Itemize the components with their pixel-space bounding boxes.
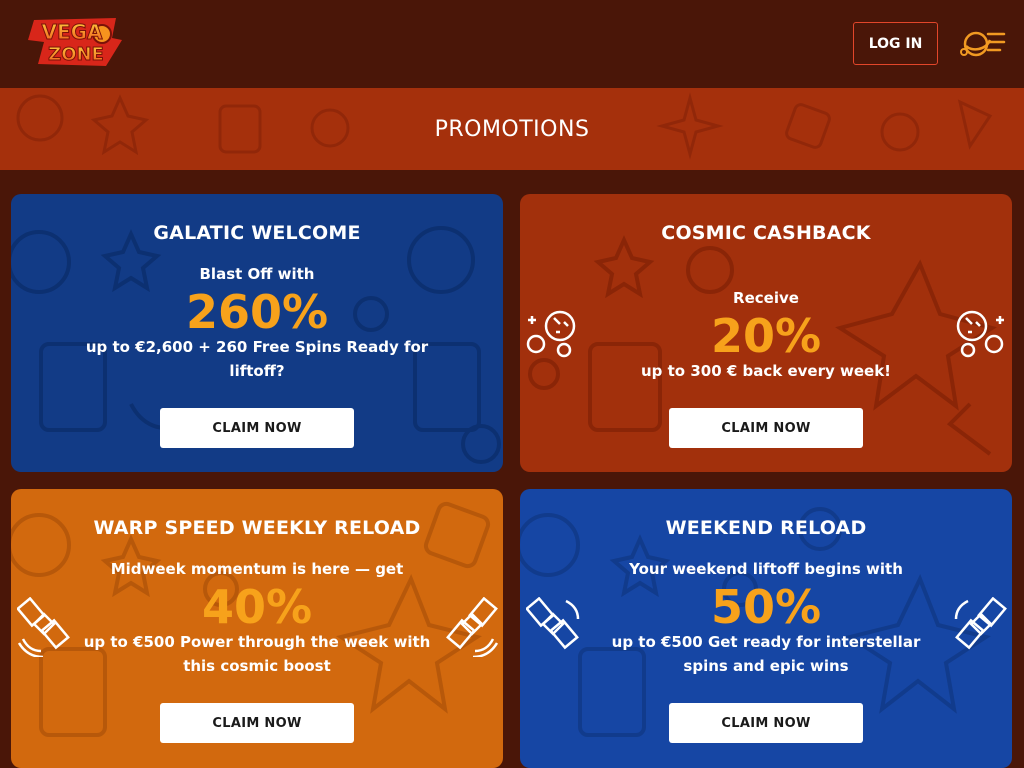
logo-line2: ZONE (48, 44, 104, 65)
promo-lead: Blast Off with (199, 265, 315, 283)
vega-zone-logo[interactable]: VEGA ZONE (16, 12, 132, 72)
promo-highlight: 50% (710, 580, 822, 634)
promo-title: GALATIC WELCOME (153, 222, 361, 244)
planet-menu-icon[interactable] (958, 22, 1006, 66)
promo-title: WEEKEND RELOAD (665, 517, 867, 539)
claim-now-button[interactable]: CLAIM NOW (669, 703, 863, 743)
promo-card-weekend-reload: WEEKEND RELOAD Your weekend liftoff begi… (520, 489, 1012, 768)
promo-lead: Receive (733, 289, 799, 307)
promo-description: up to €500 Get ready for interstellar sp… (611, 633, 921, 675)
promo-description: up to €2,600 + 260 Free Spins Ready for … (85, 338, 429, 380)
promo-highlight: 20% (710, 309, 822, 363)
claim-now-button[interactable]: CLAIM NOW (160, 408, 354, 448)
claim-now-button[interactable]: CLAIM NOW (669, 408, 863, 448)
promo-title: WARP SPEED WEEKLY RELOAD (93, 517, 421, 539)
promo-highlight: 40% (201, 580, 313, 634)
promo-description: up to €500 Power through the week with t… (83, 633, 431, 675)
promo-lead: Midweek momentum is here — get (110, 560, 404, 578)
claim-now-button[interactable]: CLAIM NOW (160, 703, 354, 743)
promo-card-cosmic-cashback: COSMIC CASHBACK Receive 20% up to 300 € … (520, 194, 1012, 472)
promo-highlight: 260% (185, 285, 329, 339)
promo-card-galactic-welcome: GALATIC WELCOME Blast Off with 260% up t… (11, 194, 503, 472)
login-button[interactable]: LOG IN (853, 22, 938, 65)
site-header: VEGA ZONE LOG IN (0, 0, 1024, 88)
logo-line1: VEGA (41, 20, 103, 44)
promotions-banner: PROMOTIONS (0, 88, 1024, 170)
promo-title: COSMIC CASHBACK (661, 222, 871, 244)
page-title: PROMOTIONS (434, 116, 590, 142)
promo-lead: Your weekend liftoff begins with (629, 560, 903, 578)
promo-description: up to 300 € back every week! (640, 362, 892, 380)
promo-card-warp-speed-reload: WARP SPEED WEEKLY RELOAD Midweek momentu… (11, 489, 503, 768)
